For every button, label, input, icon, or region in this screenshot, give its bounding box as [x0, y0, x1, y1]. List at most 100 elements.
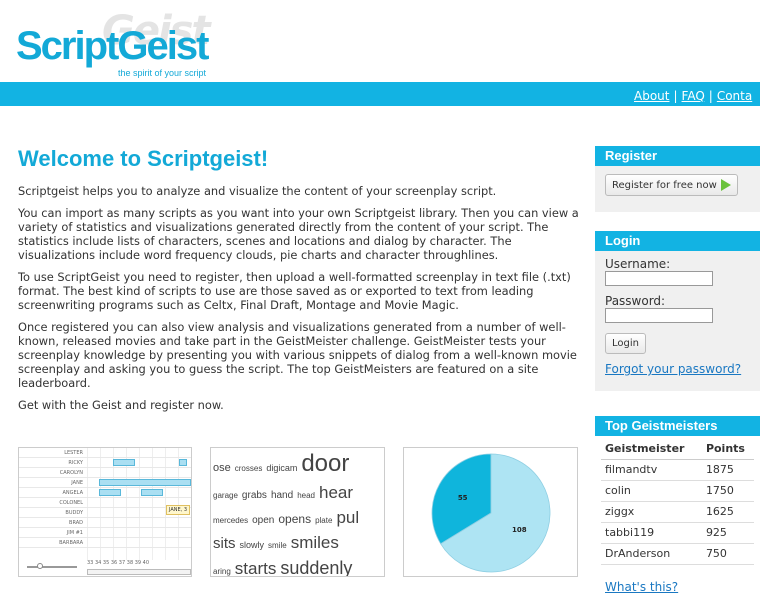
username-label: Username:: [605, 257, 671, 271]
leaderboard-header-row: Geistmeister Points: [601, 438, 754, 460]
login-box: Login Username: Password: Login Forgot y…: [595, 231, 760, 391]
cloud-line: aring starts suddenly: [213, 558, 384, 576]
leaderboard-points: 1625: [701, 501, 754, 523]
character-label: CAROLYN: [59, 470, 83, 476]
password-input[interactable]: [605, 308, 713, 323]
register-box: Register Register for free now: [595, 146, 760, 212]
nav-separator: |: [673, 89, 678, 103]
leaderboard-points: 750: [701, 543, 754, 565]
leaderboard-col-points: Points: [701, 438, 754, 460]
word-cloud: ose crosses digicam door garage grabs hand head…: [213, 450, 384, 577]
throughline-row: ANGELA: [19, 488, 191, 498]
throughline-row: JANE: [19, 478, 191, 488]
throughline-row: JIM #1: [19, 528, 191, 538]
cloud-word[interactable]: suddenly: [280, 558, 352, 576]
cloud-word[interactable]: hear: [319, 483, 353, 502]
cloud-word[interactable]: ose: [213, 462, 231, 474]
leaderboard-table: Geistmeister Points filmandtv 1875 colin 17…: [601, 438, 754, 565]
main-content: Welcome to Scriptgeist! Scriptgeist help…: [18, 146, 580, 420]
table-row: colin 1750: [601, 480, 754, 502]
throughline-row: CAROLYN: [19, 468, 191, 478]
intro-paragraph: Scriptgeist helps you to analyze and vis…: [18, 184, 497, 198]
logo[interactable]: Geist ScriptGeist the spirit of your scr…: [14, 6, 224, 82]
leaderboard-name: ziggx: [601, 501, 702, 523]
throughline-axis: 33 34 35 36 37 38 39 40: [87, 560, 150, 566]
cloud-word[interactable]: smiles: [291, 533, 339, 552]
password-label: Password:: [605, 294, 666, 308]
cloud-word[interactable]: sits: [213, 535, 236, 552]
zoom-slider-knob[interactable]: [37, 563, 43, 569]
leaderboard-name: tabbi119: [601, 522, 702, 544]
character-label: BARBARA: [59, 540, 83, 546]
throughline-tooltip: JANE, 3: [166, 505, 191, 515]
pie-slice-label: 55: [458, 494, 468, 502]
nav-contact-link[interactable]: Conta: [717, 89, 752, 103]
cloud-word[interactable]: opens: [278, 512, 311, 526]
cloud-word[interactable]: plate: [315, 516, 332, 525]
username-input[interactable]: [605, 271, 713, 286]
register-button[interactable]: Register for free now: [605, 174, 738, 196]
cloud-word[interactable]: digicam: [266, 463, 297, 473]
leaderboard-name: filmandtv: [601, 459, 702, 481]
leaderboard-name: colin: [601, 480, 702, 502]
cloud-word[interactable]: door: [301, 450, 349, 477]
table-row: DrAnderson 750: [601, 543, 754, 565]
throughline-bar: [141, 489, 163, 496]
character-label: RICKY: [68, 460, 83, 466]
nav-about-link[interactable]: About: [634, 89, 669, 103]
leaderboard-points: 1750: [701, 480, 754, 502]
whats-this-link[interactable]: What's this?: [605, 580, 678, 594]
logo-text: ScriptGeist: [16, 24, 209, 68]
cloud-word[interactable]: open: [252, 515, 274, 526]
throughline-thumbnail[interactable]: LESTER RICKY CAROLYN JANE ANGELA COLONEL BUDDY…: [18, 447, 192, 577]
character-label: LESTER: [64, 450, 83, 456]
throughline-row: LESTER: [19, 448, 191, 458]
leaderboard-points: 1875: [701, 459, 754, 481]
cloud-word[interactable]: garage: [213, 491, 238, 500]
throughline-bar: [179, 459, 187, 466]
nav-separator: |: [708, 89, 713, 103]
character-label: BUDDY: [65, 510, 83, 516]
pie-chart: 55 108: [431, 453, 551, 573]
pie-chart-thumbnail[interactable]: 55 108: [403, 447, 578, 577]
register-paragraph: To use ScriptGeist you need to register,…: [18, 270, 571, 312]
character-label: JIM #1: [66, 530, 83, 536]
cloud-word[interactable]: pul: [336, 508, 359, 527]
throughline-row: BARBARA: [19, 538, 191, 548]
cloud-word[interactable]: smile: [268, 541, 287, 550]
cloud-word[interactable]: mercedes: [213, 516, 248, 525]
cloud-word[interactable]: slowly: [240, 540, 265, 550]
character-label: BRAD: [69, 520, 83, 526]
leaderboard-points: 925: [701, 522, 754, 544]
throughline-bar: [113, 459, 135, 466]
character-label: COLONEL: [59, 500, 83, 506]
cloud-word[interactable]: hand: [271, 490, 293, 501]
cloud-word[interactable]: crosses: [235, 464, 263, 473]
leaderboard-col-name: Geistmeister: [601, 438, 702, 460]
library-paragraph: You can import as many scripts as you wa…: [18, 206, 579, 262]
login-button[interactable]: Login: [605, 333, 646, 354]
cloud-word[interactable]: aring: [213, 567, 231, 576]
cloud-word[interactable]: head: [297, 491, 315, 500]
register-heading: Register: [595, 146, 760, 166]
pie-slice-label: 108: [512, 526, 527, 534]
cloud-line: mercedes open opens plate pul: [213, 508, 384, 527]
word-cloud-thumbnail[interactable]: ose crosses digicam door garage grabs hand head…: [210, 447, 385, 577]
arrow-right-icon: [720, 179, 731, 191]
cloud-line: sits slowly smile smiles: [213, 533, 384, 552]
cloud-word[interactable]: grabs: [242, 490, 267, 501]
login-heading: Login: [595, 231, 760, 251]
table-row: tabbi119 925: [601, 522, 754, 544]
forgot-password-link[interactable]: Forgot your password?: [605, 362, 741, 376]
table-row: ziggx 1625: [601, 501, 754, 523]
cloud-word[interactable]: starts: [235, 559, 277, 576]
throughline-row: BRAD: [19, 518, 191, 528]
character-label: JANE: [71, 480, 83, 486]
nav-faq-link[interactable]: FAQ: [682, 89, 705, 103]
logo-tagline: the spirit of your script: [118, 68, 207, 78]
zoom-slider[interactable]: [27, 566, 77, 568]
throughline-scrollbar[interactable]: [87, 569, 191, 575]
register-button-label: Register for free now: [612, 180, 717, 191]
throughline-rows: LESTER RICKY CAROLYN JANE ANGELA COLONEL BUDDY…: [19, 448, 191, 548]
geistmeister-paragraph: Once registered you can also view analys…: [18, 320, 577, 390]
